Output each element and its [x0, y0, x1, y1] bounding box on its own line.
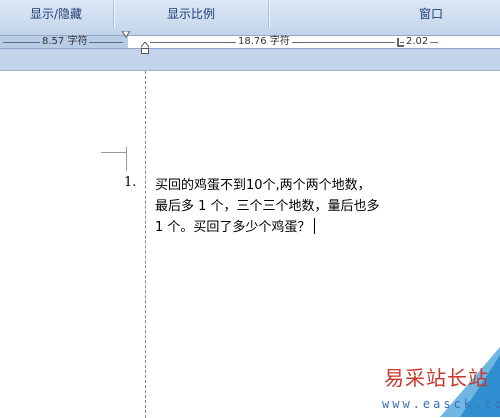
ribbon-separator [268, 1, 269, 28]
ruler-left-margin: 8.57 字符 [0, 36, 128, 48]
ribbon-group-show-hide[interactable]: 显示/隐藏 [0, 0, 112, 28]
ribbon-separator [113, 1, 114, 28]
horizontal-ruler[interactable]: 8.57 字符 18.76 字符 2.02 [0, 35, 500, 49]
horizontal-ruler-area: 8.57 字符 18.76 字符 2.02 [0, 30, 500, 70]
paragraph-line: 最后多 1 个，三个三个地数，量后也多 [155, 199, 380, 214]
text-boundary-guide [145, 71, 146, 418]
watermark-title: 易采站长站 [384, 366, 489, 390]
tab-stop-icon[interactable] [397, 38, 405, 47]
crop-mark [101, 152, 126, 153]
crop-mark [126, 147, 127, 171]
paragraph-line-text: 1 个。买回了多少个鸡蛋？ [155, 220, 311, 235]
ruler-left-margin-label: 8.57 字符 [40, 36, 90, 48]
paragraph-line: 买回的鸡蛋不到10个,两个两个地数， [155, 178, 371, 193]
text-cursor [314, 218, 316, 234]
ribbon-group-window[interactable]: 窗口 [272, 0, 500, 28]
paragraph-line-last: 1 个。买回了多少个鸡蛋？ [155, 217, 415, 238]
ribbon-group-zoom[interactable]: 显示比例 [116, 0, 266, 28]
ruler-right-label: 2.02 [404, 36, 431, 48]
first-line-indent-icon[interactable] [122, 31, 130, 39]
list-number: 1. [124, 175, 137, 190]
ruler-text-width-label: 18.76 字符 [236, 36, 292, 48]
left-indent-icon[interactable] [141, 48, 149, 56]
watermark-url: www.easck.com [382, 397, 500, 411]
ribbon-group-labels: 显示/隐藏 显示比例 窗口 [0, 0, 500, 31]
paragraph[interactable]: 买回的鸡蛋不到10个,两个两个地数， 最后多 1 个，三个三个地数，量后也多 1… [155, 175, 415, 238]
